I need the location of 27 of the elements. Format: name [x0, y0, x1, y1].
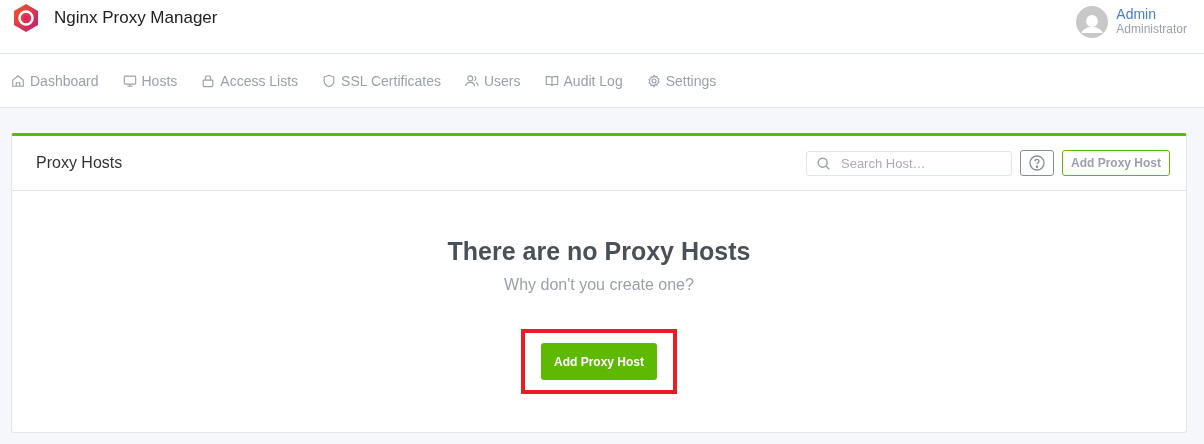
- home-icon: [11, 73, 25, 88]
- nav-tab[interactable]: Users: [464, 72, 521, 89]
- add-proxy-host-button[interactable]: Add Proxy Host: [541, 343, 657, 380]
- nav-tab[interactable]: Audit Log: [544, 72, 623, 89]
- nav-tab[interactable]: Access Lists: [201, 72, 299, 89]
- lock-icon: [201, 73, 216, 88]
- users-icon: [464, 73, 479, 88]
- card-title: Proxy Hosts: [36, 154, 124, 172]
- search-icon: [817, 156, 830, 170]
- help-button[interactable]: [1020, 150, 1054, 176]
- monitor-icon: [122, 73, 137, 88]
- app-title: Nginx Proxy Manager: [54, 7, 218, 28]
- add-proxy-host-button[interactable]: Add Proxy Host: [1062, 150, 1170, 176]
- nav-tab[interactable]: SSL Certificates: [322, 72, 441, 89]
- empty-heading: There are no Proxy Hosts: [447, 237, 751, 266]
- help-icon: [1029, 155, 1045, 171]
- shield-icon: [322, 73, 337, 88]
- avatar-icon: [1076, 5, 1109, 38]
- nav-tab[interactable]: Settings: [646, 72, 717, 89]
- empty-subtext: Why don't you create one?: [504, 276, 694, 294]
- user-role: Administrator: [1116, 21, 1187, 36]
- book-icon: [544, 73, 559, 88]
- settings-icon: [646, 73, 661, 88]
- search-field[interactable]: Search Host…: [806, 150, 1012, 176]
- user-name[interactable]: Admin: [1116, 5, 1187, 22]
- nav-tab[interactable]: Dashboard: [11, 72, 99, 89]
- nav-tab[interactable]: Hosts: [122, 72, 178, 89]
